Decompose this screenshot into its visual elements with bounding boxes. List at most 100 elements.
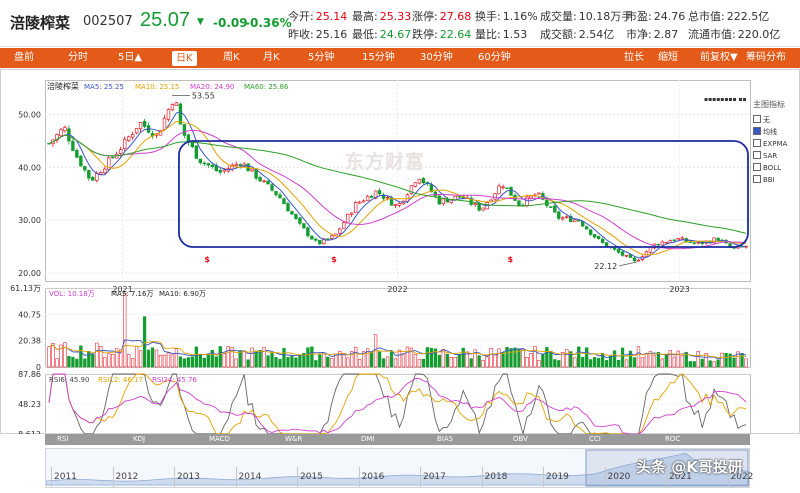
candle-body: [118, 149, 123, 154]
dividend-marker-icon[interactable]: $: [204, 255, 210, 264]
candle-body: [561, 217, 565, 220]
candle-body: [71, 140, 75, 151]
indicator-tab-bias[interactable]: BIAS: [437, 434, 453, 445]
volume-bar: [202, 357, 206, 368]
candle-body: [493, 193, 497, 200]
indicator-tab-wr[interactable]: W&R: [285, 434, 302, 445]
indicator-option[interactable]: EXPMA: [753, 138, 798, 150]
timeline-year-label: 2015: [300, 472, 323, 482]
price-change-percent: -0.36%: [245, 16, 292, 30]
candle-body: [290, 211, 294, 215]
volume-bar: [198, 354, 202, 368]
candle-body: [222, 169, 226, 172]
volume-bar: [692, 361, 696, 368]
indicator-tab-dmi[interactable]: DMI: [361, 434, 375, 445]
indicator-tab-kdj[interactable]: KDJ: [133, 434, 145, 445]
toolbar-tab-7[interactable]: 15分钟: [362, 48, 395, 68]
timeline-year-label: 2014: [238, 472, 262, 482]
candle-body: [600, 238, 605, 243]
volume-bar: [51, 343, 55, 368]
indicator-tab-macd[interactable]: MACD: [209, 434, 230, 445]
checkbox-icon[interactable]: [753, 175, 761, 183]
toolbar-action-1[interactable]: 缩短: [658, 48, 678, 68]
quote-field: 最低: 24.67: [352, 26, 411, 42]
candle-body: [266, 180, 270, 185]
quote-field: 昨收: 25.16: [288, 26, 347, 42]
legend-volume-ma10: MA10: 6.90万: [159, 290, 206, 298]
quote-field-label: 最低:: [352, 28, 378, 41]
volume-bar: [525, 357, 529, 368]
rsi-tick-label: 8.612: [18, 430, 41, 434]
stock-chart[interactable]: 20.0030.0040.0050.002021 2022 2023020.3840…: [0, 68, 800, 434]
checkbox-icon[interactable]: [753, 151, 761, 159]
volume-bar: [477, 355, 481, 368]
volume-bar: [95, 342, 99, 368]
toolbar-action-2[interactable]: 前复权▼: [700, 48, 738, 68]
toolbar-action-3[interactable]: 筹码分布: [746, 48, 786, 68]
candle-body: [397, 203, 402, 206]
candle-body: [346, 213, 350, 224]
toolbar-tab-1[interactable]: 分时: [68, 48, 88, 68]
indicator-option[interactable]: 均线: [753, 126, 798, 138]
toolbar-tab-5[interactable]: 月K: [263, 48, 280, 68]
candle-body: [142, 120, 147, 127]
indicator-tab-roc[interactable]: ROC: [665, 434, 680, 445]
toolbar-tab-2[interactable]: 5日▲: [118, 48, 142, 68]
checkbox-icon[interactable]: [753, 115, 761, 123]
legend-rsi24: RSI24: 45.76: [152, 376, 197, 384]
quote-field-label: 流通市值:: [688, 28, 736, 41]
year-tick-label: 2022: [387, 285, 407, 294]
volume-bar: [413, 354, 418, 368]
candle-body: [369, 195, 374, 198]
volume-bar: [170, 354, 175, 368]
indicator-option[interactable]: SAR: [753, 150, 798, 162]
timeline-year-label: 2019: [546, 472, 569, 482]
candle-body: [75, 150, 79, 158]
volume-bar: [358, 359, 362, 368]
toolbar-tab-4[interactable]: 周K: [223, 48, 240, 68]
toolbar-tab-0[interactable]: 盘前: [14, 48, 34, 68]
toolbar-tab-8[interactable]: 30分钟: [420, 48, 453, 68]
dividend-marker-icon[interactable]: $: [331, 255, 337, 264]
quote-field-value: 25.33: [379, 10, 412, 23]
volume-bar: [310, 346, 314, 368]
volume-bar: [238, 350, 242, 368]
checkbox-icon[interactable]: [753, 127, 761, 135]
toolbar-tab-9[interactable]: 60分钟: [478, 48, 511, 68]
down-arrow-icon: ▼: [197, 17, 204, 27]
toolbar-tab-3[interactable]: 日K: [172, 51, 197, 66]
toolbar-tab-6[interactable]: 5分钟: [308, 48, 334, 68]
checkbox-icon[interactable]: [753, 139, 761, 147]
candle-body: [282, 198, 286, 205]
toolbar-action-0[interactable]: 拉长: [624, 48, 644, 68]
volume-bar: [732, 357, 736, 368]
dividend-marker-icon[interactable]: $: [508, 255, 514, 264]
indicator-tab-rsi[interactable]: RSI: [57, 434, 68, 445]
candle-body: [330, 235, 334, 239]
volume-bar: [377, 351, 382, 368]
indicator-option[interactable]: BBI: [753, 174, 798, 186]
volume-bar: [429, 347, 433, 368]
candle-body: [616, 248, 621, 253]
stock-name: 涪陵榨菜: [10, 14, 71, 32]
indicator-option[interactable]: BOLL: [753, 162, 798, 174]
legend-rsi12: RSI12: 46.17: [98, 376, 143, 384]
watermark-logo: 东方财富: [345, 151, 426, 173]
volume-bar: [385, 356, 390, 368]
indicator-tab-cci[interactable]: CCI: [589, 434, 601, 445]
checkbox-icon[interactable]: [753, 163, 761, 171]
indicator-option-label: 无: [763, 116, 770, 124]
volume-bar: [63, 342, 67, 368]
volume-bar: [393, 358, 398, 368]
indicator-option[interactable]: 无: [753, 114, 798, 126]
candle-body: [672, 239, 677, 242]
volume-bar: [262, 347, 266, 368]
candle-body: [138, 122, 143, 129]
quote-field: 流通市值: 220.0亿: [688, 26, 780, 42]
volume-bar: [421, 358, 426, 368]
volume-bar: [134, 345, 139, 368]
legend-stock-name: 涪陵榨菜: [47, 81, 79, 91]
indicator-tab-obv[interactable]: OBV: [513, 434, 528, 445]
candle-body: [393, 204, 398, 206]
volume-bar: [513, 347, 517, 368]
